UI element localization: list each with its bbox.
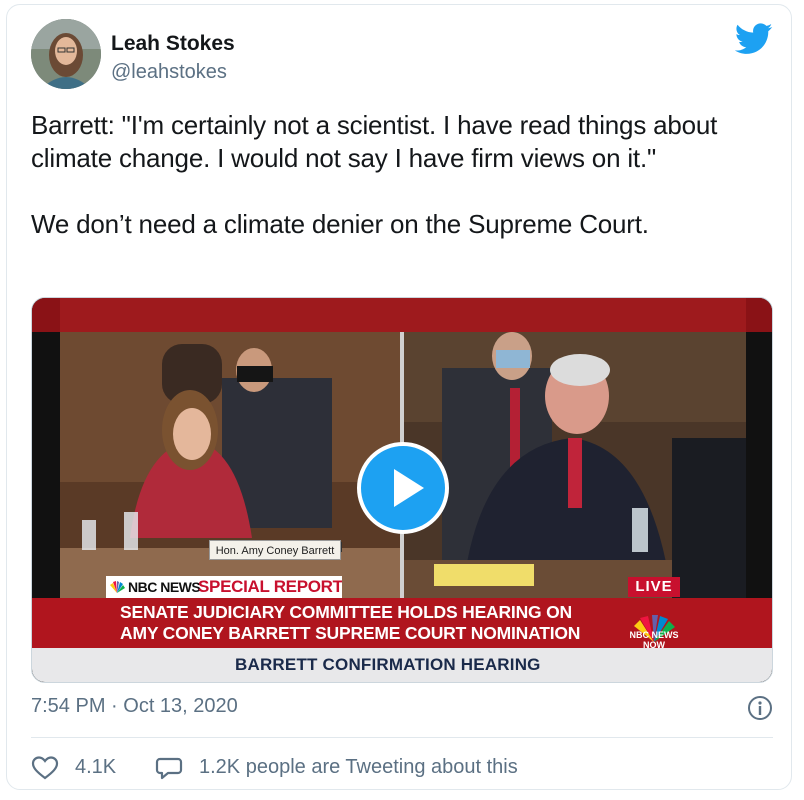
live-badge: LIVE	[628, 577, 680, 597]
tweet-timestamp[interactable]: 7:54 PM · Oct 13, 2020	[31, 695, 238, 718]
speech-bubble-icon[interactable]	[155, 755, 183, 781]
heart-icon[interactable]	[31, 755, 59, 781]
tweet-text: Barrett: "I'm certainly not a scientist.…	[31, 109, 771, 241]
divider	[31, 737, 773, 738]
nbc-corner-text: NBC NEWS NOW	[618, 630, 690, 650]
tweet-line-quote: Barrett: "I'm certainly not a scientist.…	[31, 110, 718, 173]
tweet-card: Leah Stokes @leahstokes Barrett: "I'm ce…	[6, 4, 792, 790]
special-report-label: SPECIAL REPORT	[198, 577, 342, 596]
corner-logo-line-1: NBC NEWS	[629, 630, 679, 640]
tweet-line-opinion: We don’t need a climate denier on the Su…	[31, 209, 649, 239]
video-player[interactable]: Hon. Amy Coney Barrett NBC NEWS SPECIAL …	[31, 297, 773, 683]
avatar[interactable]	[31, 19, 101, 89]
author-handle[interactable]: @leahstokes	[111, 61, 227, 84]
lower-third-bar: BARRETT CONFIRMATION HEARING	[32, 648, 772, 682]
conversation-count[interactable]: 1.2K people are Tweeting about this	[199, 756, 518, 779]
author-name[interactable]: Leah Stokes	[111, 32, 235, 56]
play-icon[interactable]	[357, 442, 449, 534]
network-label: NBC NEWS	[128, 579, 201, 595]
nbc-peacock-icon	[110, 581, 125, 593]
twitter-bird-icon[interactable]	[735, 23, 773, 55]
like-count[interactable]: 4.1K	[75, 756, 116, 779]
nameplate: Hon. Amy Coney Barrett	[209, 540, 341, 560]
headline-line-1: SENATE JUDICIARY COMMITTEE HOLDS HEARING…	[120, 602, 572, 622]
special-report-banner: NBC NEWS SPECIAL REPORT	[106, 576, 342, 598]
lower-third-text: BARRETT CONFIRMATION HEARING	[235, 655, 541, 674]
headline-line-2: AMY CONEY BARRETT SUPREME COURT NOMINATI…	[120, 623, 581, 643]
info-icon[interactable]	[747, 695, 773, 721]
